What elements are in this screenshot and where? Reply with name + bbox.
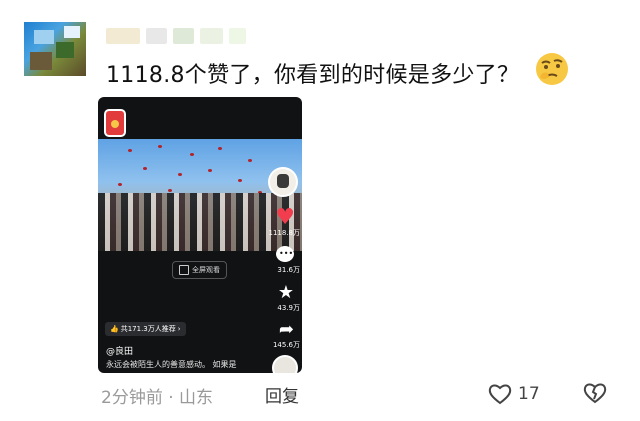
location: 山东 <box>179 388 214 408</box>
reply-button[interactable]: 回复 <box>265 382 299 407</box>
timestamp: 2分钟前 <box>101 388 163 408</box>
comment-icon[interactable]: ••• <box>276 246 294 262</box>
fullscreen-icon <box>179 265 189 275</box>
username-blurred[interactable] <box>106 28 246 46</box>
video-author-avatar[interactable] <box>268 167 298 197</box>
comments-count: 31.6万 <box>277 266 300 274</box>
share-arrow-icon[interactable]: ➦ <box>279 321 294 339</box>
commenter-avatar[interactable] <box>24 22 86 76</box>
thumbs-up-icon: 👍 <box>110 325 119 333</box>
heart-outline-icon <box>488 384 512 405</box>
thinking-face-icon <box>536 53 568 85</box>
shared-video-card[interactable]: ♥ 1118.8万 ••• 31.6万 ★ 43.9万 ➦ 145.6万 全屏观… <box>98 97 302 373</box>
video-caption: 永远会被陌生人的善意感动。 如果是 <box>106 360 237 369</box>
mini-avatar[interactable] <box>272 355 298 373</box>
like-count: 17 <box>518 384 540 404</box>
favorite-star-icon[interactable]: ★ <box>278 284 294 302</box>
broken-heart-icon[interactable] <box>582 381 608 405</box>
red-packet-icon[interactable] <box>106 111 124 135</box>
shares-count: 145.6万 <box>272 341 300 349</box>
crowd-image <box>98 193 302 251</box>
comment-text: 1118.8个赞了，你看到的时候是多少了？ <box>106 63 520 88</box>
like-heart-icon[interactable]: ♥ <box>275 207 295 229</box>
video-author-name[interactable]: @良田 <box>106 344 133 357</box>
meta-separator: · <box>168 388 174 408</box>
likes-count: 1118.8万 <box>268 229 301 237</box>
fullscreen-button[interactable]: 全屏观看 <box>172 261 227 279</box>
comment-meta: 2分钟前 · 山东 <box>101 383 213 408</box>
chevron-right-icon: › <box>177 325 181 333</box>
like-button[interactable]: 17 <box>488 381 558 407</box>
favorites-count: 43.9万 <box>277 304 300 312</box>
recommend-badge[interactable]: 👍 共171.3万人推荐 › <box>105 322 186 336</box>
